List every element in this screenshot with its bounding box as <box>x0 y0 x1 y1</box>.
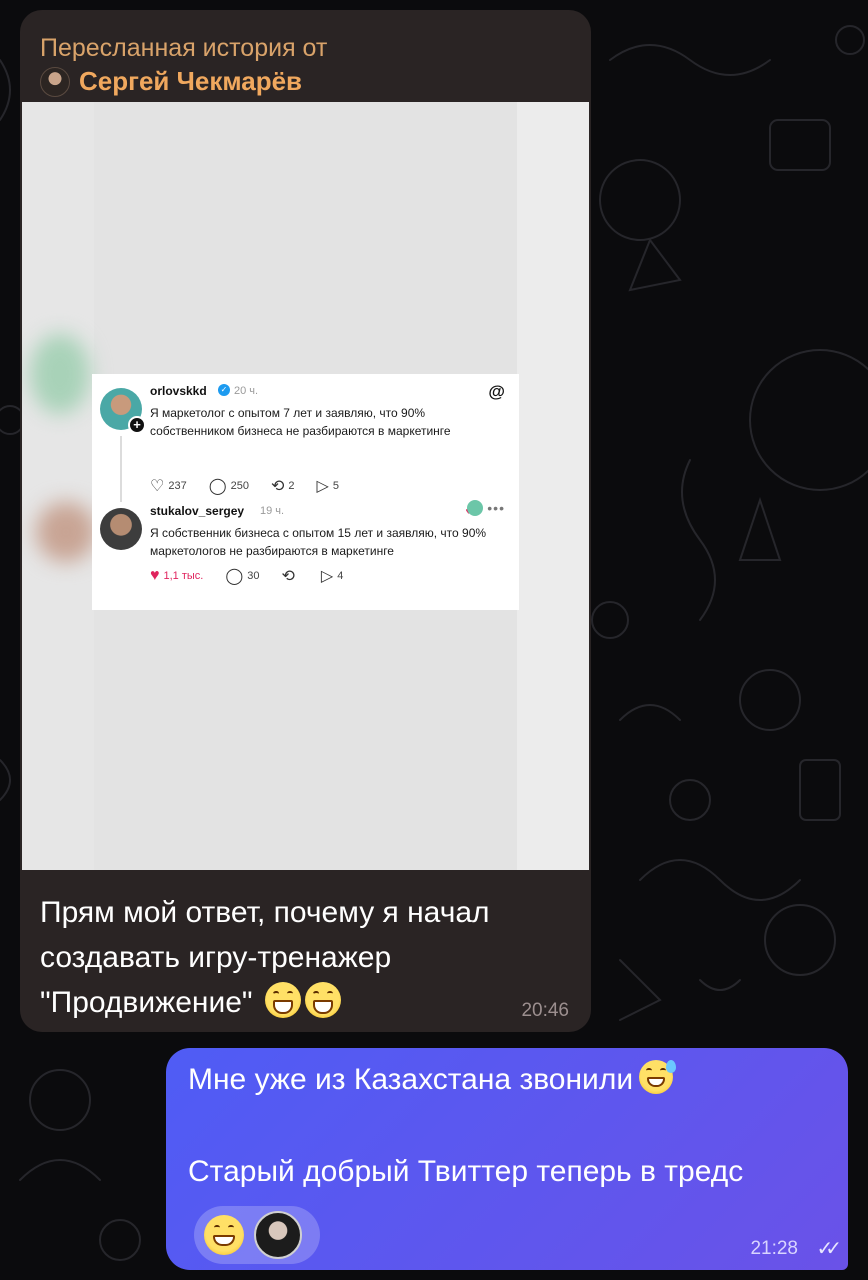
threads-logo-icon: @ <box>488 382 505 401</box>
forwarded-author-name[interactable]: Сергей Чекмарёв <box>79 66 302 97</box>
share-action: ▷ 4 <box>321 566 343 586</box>
message-caption: Прям мой ответ, почему я начал создавать… <box>40 890 580 1025</box>
comment-action: ◯ 30 <box>225 566 259 586</box>
post-actions: ♥ 1,1 тыс. ◯ 30 ⟲ ▷ 4 <box>150 566 365 586</box>
message-time: 21:28 <box>750 1238 798 1259</box>
repost-action: ⟲ 2 <box>271 476 295 496</box>
like-count: 237 <box>168 480 187 492</box>
outgoing-message-bubble[interactable]: Мне уже из Казахстана звонили Старый доб… <box>166 1048 848 1270</box>
send-icon: ▷ <box>316 478 329 495</box>
share-count: 5 <box>332 480 339 492</box>
blur-blob <box>30 334 90 414</box>
post-time: 20 ч. <box>234 385 259 397</box>
forwarded-label: Пересланная история от <box>40 34 328 62</box>
message-line: Мне уже из Казахстана звонили <box>188 1060 677 1100</box>
repost-icon: ⟲ <box>270 478 285 495</box>
post-username: orlovskkd <box>150 384 207 398</box>
comment-icon: ◯ <box>208 478 227 495</box>
post-text: Я собственник бизнеса с опытом 15 лет и … <box>150 526 487 558</box>
story-blur-left <box>22 102 94 870</box>
post-username: stukalov_sergey <box>150 504 245 518</box>
author-mini-avatar <box>467 500 483 516</box>
heart-icon: ♡ <box>150 478 165 495</box>
share-count: 4 <box>337 570 344 582</box>
comment-icon: ◯ <box>225 568 244 585</box>
double-check-icon: ✓✓ <box>816 1238 841 1260</box>
message-time: 20:46 <box>521 1000 569 1021</box>
comment-count: 250 <box>230 480 249 492</box>
forwarded-header[interactable]: Пересланная история от Сергей Чекмарёв <box>40 32 327 97</box>
more-icon: ••• <box>487 500 505 516</box>
incoming-message-bubble[interactable]: Пересланная история от Сергей Чекмарёв +… <box>20 10 591 1032</box>
thread-connector-line <box>120 436 122 502</box>
follow-plus-icon: + <box>128 416 146 434</box>
story-blur-right <box>517 102 589 870</box>
reactor-avatar[interactable] <box>254 1211 302 1259</box>
message-text-line-1: Мне уже из Казахстана звонили <box>188 1063 634 1096</box>
share-action: ▷ 5 <box>317 476 339 496</box>
blur-blob <box>36 502 96 562</box>
threads-screenshot-card: + orlovskkd ✓ 20 ч. @ Я маркетолог с опы… <box>92 374 519 610</box>
forwarded-author-row[interactable]: Сергей Чекмарёв <box>40 66 327 97</box>
like-action: ♡ 237 <box>150 476 187 496</box>
post-time: 19 ч. <box>260 505 285 517</box>
heart-filled-icon: ♥ <box>150 567 160 584</box>
reaction-pill[interactable] <box>194 1206 320 1264</box>
message-line: Старый добрый Твиттер теперь в тредс <box>188 1155 744 1188</box>
post-actions: ♡ 237 ◯ 250 ⟲ 2 ▷ 5 <box>150 476 361 496</box>
post-avatar <box>100 508 142 550</box>
like-action: ♥ 1,1 тыс. <box>150 567 203 585</box>
repost-icon: ⟲ <box>281 568 295 585</box>
like-count: 1,1 тыс. <box>163 570 204 582</box>
sweat-smile-emoji-icon <box>639 1060 677 1094</box>
verified-badge-icon: ✓ <box>218 384 230 396</box>
grinning-reaction-icon[interactable] <box>204 1215 244 1255</box>
author-avatar[interactable] <box>40 66 70 97</box>
repost-action: ⟲ <box>282 566 299 586</box>
grinning-emoji-icon <box>264 982 301 1018</box>
grinning-emoji-icon <box>304 982 341 1018</box>
story-media[interactable]: + orlovskkd ✓ 20 ч. @ Я маркетолог с опы… <box>22 102 589 870</box>
comment-count: 30 <box>247 570 260 582</box>
post-text: Я маркетолог с опытом 7 лет и заявляю, ч… <box>150 406 451 438</box>
comment-action: ◯ 250 <box>209 476 249 496</box>
send-icon: ▷ <box>320 568 334 585</box>
repost-count: 2 <box>288 480 295 492</box>
